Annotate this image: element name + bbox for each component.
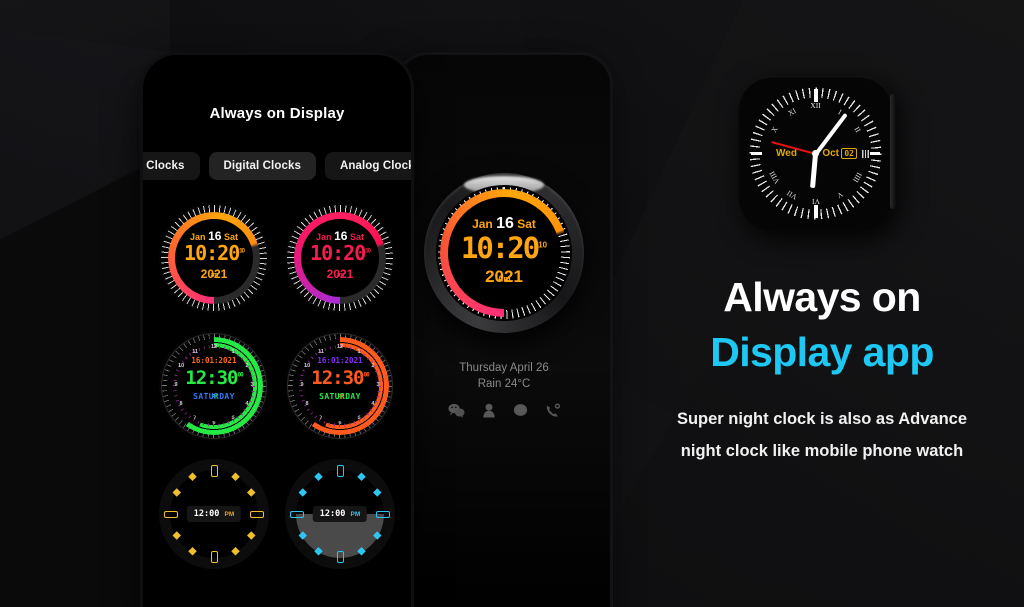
preview-time: 10:2010 Am bbox=[424, 231, 584, 299]
promo-screenshot: Jan 16 Sat 10:2010 Am 2021 Thursday April… bbox=[0, 0, 1024, 607]
face-weekday: SATURDAY bbox=[193, 392, 235, 401]
analog-month: Oct bbox=[822, 147, 839, 159]
analog-watch: XII I II IIII V VI VII VIII X XI Wed Oct 02 bbox=[738, 76, 896, 231]
face-year: 2021 bbox=[326, 267, 354, 281]
tab-bar: Night Clocks Digital Clocks Analog Clock… bbox=[143, 152, 411, 180]
face-time: 12:3000 PM bbox=[185, 367, 243, 401]
face-time: 10:2010 am bbox=[310, 241, 371, 279]
hand-pin bbox=[812, 150, 819, 157]
tab-digital-clocks[interactable]: Digital Clocks bbox=[208, 152, 316, 180]
preview-date-month: Jan bbox=[472, 217, 493, 231]
face-weekday: SATURDAY bbox=[319, 392, 361, 401]
page-title: Always on Display bbox=[209, 105, 345, 122]
weather-condition: Rain 24°C bbox=[477, 378, 531, 390]
face-date: 16:01:2021 bbox=[317, 356, 363, 365]
marker-3 bbox=[869, 152, 880, 155]
wechat-icon bbox=[447, 403, 464, 418]
analog-dial: XII I II IIII V VI VII VIII X XI Wed Oct 02 bbox=[748, 86, 883, 221]
subtext-line-1: Super night clock is also as Advance bbox=[676, 410, 968, 428]
marker-9 bbox=[751, 152, 762, 155]
marker-12 bbox=[813, 89, 818, 102]
watch-face-grid: Jan 16 Sat 10:2010 am 2021 Jan 16 Sat 10:… bbox=[143, 203, 411, 569]
tab-analog-clocks[interactable]: Analog Clocks bbox=[324, 152, 411, 180]
weather-block: Thursday April 26 Rain 24°C bbox=[398, 360, 610, 392]
hour-number-12: 12 bbox=[336, 344, 344, 350]
watch-face-card-1[interactable]: Jan 16 Sat 10:2010 am 2021 bbox=[285, 203, 395, 313]
hour-marker-0 bbox=[210, 465, 218, 477]
app-phone: Always on Display Night Clocks Digital C… bbox=[143, 55, 411, 607]
preview-year: 2021 bbox=[485, 267, 523, 286]
face-date: 16:01:2021 bbox=[191, 356, 237, 365]
preview-watch-face: Jan 16 Sat 10:2010 Am 2021 bbox=[424, 173, 584, 333]
hour-marker-3 bbox=[250, 510, 264, 518]
circle-icon bbox=[513, 404, 527, 416]
hour-marker-9 bbox=[164, 510, 178, 518]
tab-night-clocks[interactable]: Night Clocks bbox=[143, 152, 200, 180]
face-time: 10:2010 am bbox=[184, 241, 245, 279]
preview-date-weekday: Sat bbox=[517, 217, 536, 231]
face-time: 12:00 PM bbox=[186, 506, 242, 522]
face-ampm: PM bbox=[350, 511, 361, 518]
subtext-line-2: night clock like mobile phone watch bbox=[680, 442, 964, 460]
watch-face-card-3[interactable]: 1 2 3 4 5 6 7 8 9 10 11 12 16:01:2021 12:3000 PM SAT… bbox=[285, 331, 395, 441]
face-time: 12:00 PM bbox=[312, 506, 368, 522]
hour-marker-6 bbox=[210, 551, 218, 563]
preview-phone: Jan 16 Sat 10:2010 Am 2021 Thursday April… bbox=[398, 55, 610, 607]
analog-date: 02 bbox=[841, 147, 857, 159]
watch-face-card-0[interactable]: Jan 16 Sat 10:2010 am 2021 bbox=[159, 203, 269, 313]
watch-face-card-2[interactable]: 1 2 3 4 5 6 7 8 9 10 11 12 16:01:2021 12:3000 PM SAT… bbox=[159, 331, 269, 441]
face-ampm: PM bbox=[224, 511, 235, 518]
preview-date-day: 16 bbox=[496, 215, 514, 232]
headline-line-1: Always on bbox=[723, 274, 921, 320]
marker-6 bbox=[813, 205, 818, 218]
hour-number-12: 12 bbox=[210, 344, 218, 350]
hour-marker-9 bbox=[290, 510, 304, 518]
headline-line-2: Display app bbox=[710, 329, 934, 375]
face-year: 2021 bbox=[200, 267, 228, 281]
weather-day: Thursday April 26 bbox=[459, 362, 549, 374]
face-time: 12:3000 PM bbox=[311, 367, 369, 401]
watch-face-card-4[interactable]: 12:00 PM bbox=[159, 459, 269, 569]
hour-marker-6 bbox=[336, 551, 344, 563]
hour-marker-3 bbox=[376, 510, 390, 518]
watch-face-card-5[interactable]: 12:00 PM bbox=[285, 459, 395, 569]
contact-icon bbox=[482, 403, 495, 418]
battery-icon bbox=[862, 149, 870, 158]
hour-marker-0 bbox=[336, 465, 344, 477]
notification-icons bbox=[398, 403, 610, 418]
preview-time-value: 10:20 bbox=[460, 231, 540, 265]
phone-icon bbox=[546, 403, 560, 417]
